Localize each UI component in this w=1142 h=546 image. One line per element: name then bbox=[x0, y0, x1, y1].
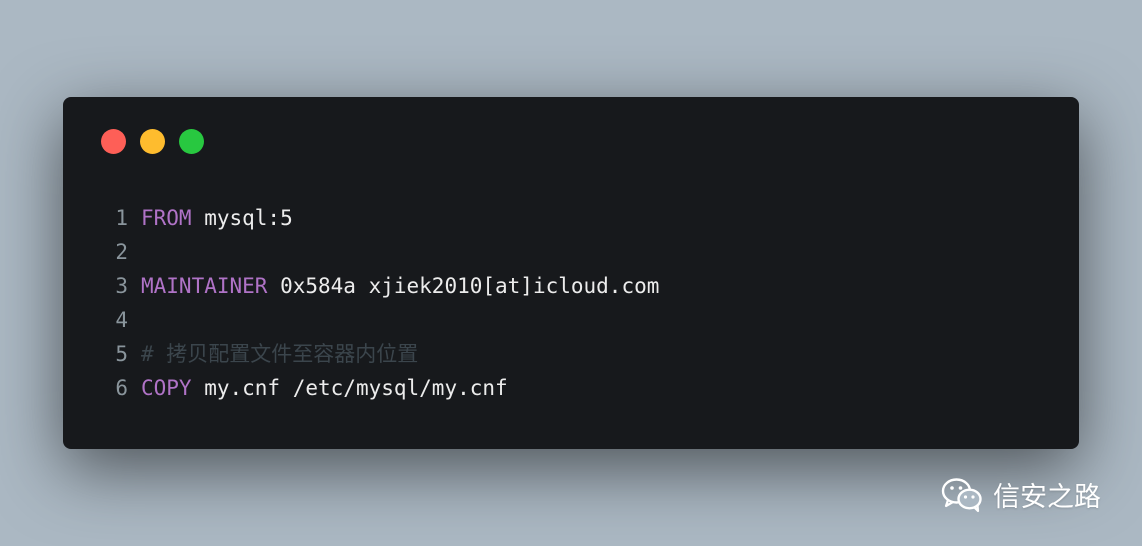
wechat-icon bbox=[941, 477, 982, 512]
code-keyword: COPY bbox=[141, 376, 192, 400]
code-line: 2 bbox=[63, 235, 659, 269]
code-keyword: MAINTAINER bbox=[141, 274, 268, 298]
code-block: 1 FROM mysql:5 2 3 MAINTAINER 0x584a xjiek… bbox=[63, 201, 659, 405]
code-line: 5 # 拷贝配置文件至容器内位置 bbox=[63, 337, 659, 371]
line-number: 3 bbox=[115, 274, 128, 298]
code-line: 3 MAINTAINER 0x584a xjiek2010[at]icloud.c… bbox=[63, 269, 659, 303]
watermark-text: 信安之路 bbox=[993, 482, 1101, 513]
watermark: 信安之路 bbox=[941, 475, 1101, 514]
minimize-dot-icon[interactable] bbox=[140, 129, 165, 154]
code-text: mysql:5 bbox=[191, 206, 293, 230]
code-line: 6 COPY my.cnf /etc/mysql/my.cnf bbox=[63, 371, 659, 405]
line-number: 6 bbox=[115, 376, 128, 400]
code-comment: # 拷贝配置文件至容器内位置 bbox=[141, 342, 419, 366]
code-window: 1 FROM mysql:5 2 3 MAINTAINER 0x584a xjiek… bbox=[63, 97, 1079, 449]
line-number: 5 bbox=[115, 342, 128, 366]
line-number: 1 bbox=[115, 206, 128, 230]
line-number: 2 bbox=[115, 240, 128, 264]
maximize-dot-icon[interactable] bbox=[179, 129, 204, 154]
code-keyword: FROM bbox=[141, 206, 192, 230]
code-text: my.cnf /etc/mysql/my.cnf bbox=[191, 376, 508, 400]
code-line: 1 FROM mysql:5 bbox=[63, 201, 659, 235]
line-number: 4 bbox=[115, 308, 128, 332]
close-dot-icon[interactable] bbox=[101, 129, 126, 154]
code-line: 4 bbox=[63, 303, 659, 337]
code-text: 0x584a xjiek2010[at]icloud.com bbox=[267, 274, 660, 298]
window-controls bbox=[101, 129, 204, 154]
